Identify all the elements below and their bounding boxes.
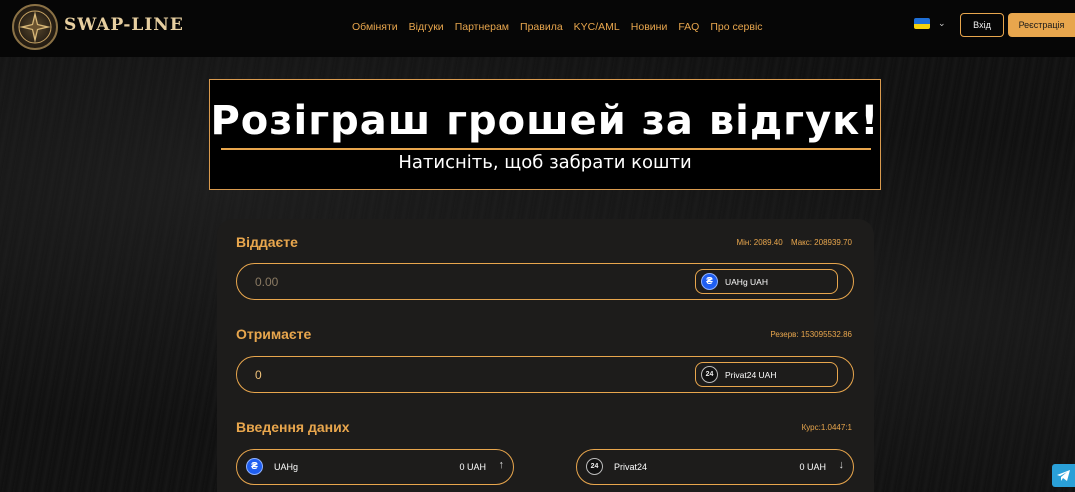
privat24-icon: 24	[586, 458, 603, 475]
give-currency-select[interactable]: ₴ UAHg UAH	[695, 269, 838, 294]
nav-item-partners[interactable]: Партнерам	[455, 21, 509, 33]
give-amount-placeholder[interactable]: 0.00	[255, 275, 278, 289]
to-amount: 0 UAH	[799, 462, 826, 472]
ukraine-flag-icon[interactable]	[914, 18, 930, 29]
nav-item-about[interactable]: Про сервіс	[710, 21, 762, 33]
chevron-down-icon[interactable]: ⌄	[938, 18, 946, 29]
receive-amount-input[interactable]: 0 24 Privat24 UAH	[236, 356, 854, 393]
nav-item-exchange[interactable]: Обміняти	[352, 21, 398, 33]
nav-item-news[interactable]: Новини	[631, 21, 668, 33]
compass-icon	[18, 10, 52, 44]
from-currency-name: UAHg	[274, 462, 299, 472]
banner-title: Розіграш грошей за відгук!	[210, 98, 880, 144]
banner-divider	[221, 148, 871, 150]
telegram-button[interactable]	[1052, 464, 1075, 487]
arrow-up-icon: ↑	[498, 459, 505, 471]
logo-emblem[interactable]	[12, 4, 58, 50]
login-button[interactable]: Вхід	[960, 13, 1004, 37]
give-amount-input[interactable]: 0.00 ₴ UAHg UAH	[236, 263, 854, 300]
arrow-down-icon: ↓	[838, 459, 845, 471]
receive-amount-value[interactable]: 0	[255, 368, 262, 382]
give-limits: Мін: 2089.40 Макс: 208939.70	[736, 238, 852, 247]
from-summary[interactable]: ₴ UAHg 0 UAH ↑	[236, 449, 514, 485]
uah-icon: ₴	[246, 458, 263, 475]
main-nav: Обміняти Відгуки Партнерам Правила KYC/A…	[352, 21, 763, 33]
telegram-icon	[1057, 470, 1070, 481]
nav-item-kyc[interactable]: KYC/AML	[574, 21, 620, 33]
exchange-panel: Віддаєте Мін: 2089.40 Макс: 208939.70 0.…	[217, 219, 874, 492]
promo-banner[interactable]: Розіграш грошей за відгук! Натисніть, що…	[209, 79, 881, 190]
nav-item-rules[interactable]: Правила	[520, 21, 563, 33]
receive-reserve: Резерв: 153095532.86	[770, 330, 852, 339]
privat24-icon: 24	[701, 366, 718, 383]
nav-item-reviews[interactable]: Відгуки	[409, 21, 444, 33]
register-button[interactable]: Реєстрація	[1008, 13, 1075, 37]
give-max: Макс: 208939.70	[790, 238, 852, 247]
exchange-rate: Курс:1.0447:1	[801, 423, 852, 432]
site-header: SWAP-LINE Обміняти Відгуки Партнерам Пра…	[0, 0, 1075, 57]
give-currency-label: UAHg UAH	[725, 277, 768, 287]
uah-icon: ₴	[701, 273, 718, 290]
receive-currency-label: Privat24 UAH	[725, 370, 777, 380]
receive-currency-select[interactable]: 24 Privat24 UAH	[695, 362, 838, 387]
logo-text[interactable]: SWAP-LINE	[64, 15, 184, 35]
give-min: Мін: 2089.40	[736, 238, 783, 247]
from-amount: 0 UAH	[459, 462, 486, 472]
give-title: Віддаєте	[236, 234, 298, 250]
data-entry-title: Введення даних	[236, 419, 350, 435]
to-currency-name: Privat24	[614, 462, 648, 472]
nav-item-faq[interactable]: FAQ	[678, 21, 699, 33]
to-summary[interactable]: 24 Privat24 0 UAH ↓	[576, 449, 854, 485]
receive-title: Отримаєте	[236, 326, 312, 342]
banner-subtitle: Натисніть, щоб забрати кошти	[398, 152, 692, 173]
